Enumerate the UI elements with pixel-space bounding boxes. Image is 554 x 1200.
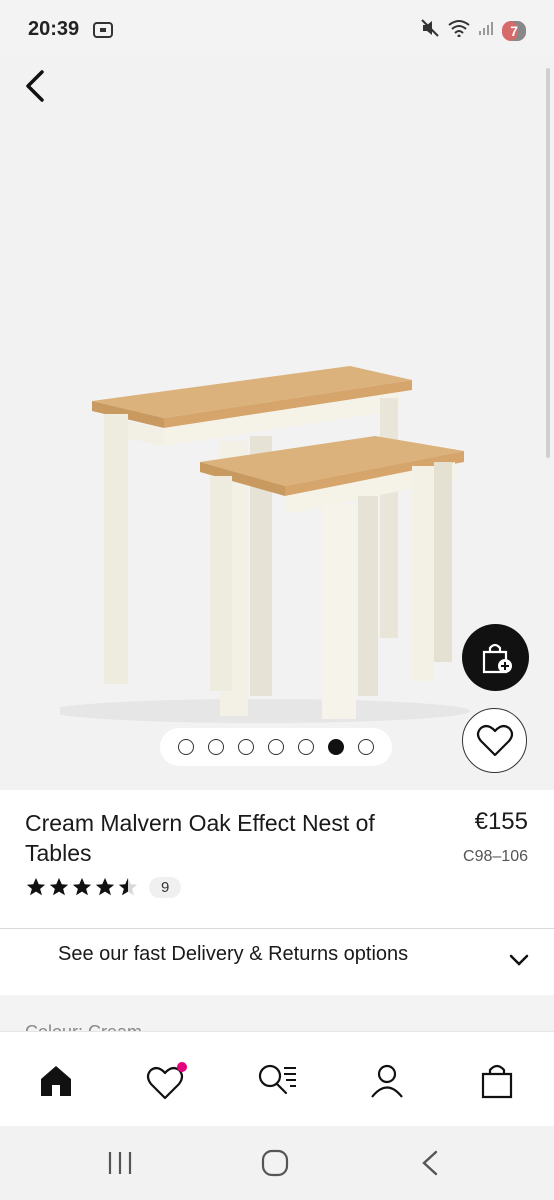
status-icons: 7 <box>420 18 526 43</box>
nav-search-button[interactable] <box>256 1062 296 1102</box>
nav-home-button[interactable] <box>37 1062 77 1102</box>
product-sku: C98–106 <box>463 848 528 865</box>
home-circle-icon[interactable] <box>260 1148 290 1178</box>
system-nav-bar <box>0 1126 554 1200</box>
product-price: €155 <box>474 808 528 835</box>
home-icon <box>41 1066 71 1096</box>
half-star-icon <box>118 877 138 896</box>
nav-favourites-button[interactable] <box>146 1062 187 1102</box>
nav-account-button[interactable] <box>368 1062 408 1102</box>
person-icon <box>371 1064 403 1098</box>
battery-badge: 7 <box>502 20 526 41</box>
heart-icon <box>146 1062 187 1100</box>
pagination-dot[interactable] <box>298 739 314 755</box>
add-to-bag-button[interactable] <box>462 624 529 691</box>
mute-icon <box>420 18 440 43</box>
product-image-gallery[interactable] <box>0 56 554 790</box>
delivery-returns-label: See our fast Delivery & Returns options <box>58 943 409 965</box>
star-icon <box>49 877 69 896</box>
product-title: Cream Malvern Oak Effect Nest of Tables <box>25 810 375 866</box>
nav-bag-button[interactable] <box>478 1062 518 1102</box>
pagination-dot[interactable] <box>268 739 284 755</box>
chevron-left-icon <box>26 70 44 102</box>
status-time: 20:39 <box>28 18 80 40</box>
status-bar: 20:39 7 <box>0 0 554 56</box>
screen-capture-icon <box>92 20 114 45</box>
recent-apps-icon[interactable] <box>106 1148 134 1178</box>
bag-plus-icon <box>482 643 512 673</box>
heart-icon <box>476 724 513 756</box>
pagination-dot[interactable] <box>178 739 194 755</box>
product-rating[interactable]: 9 <box>25 876 182 898</box>
bottom-nav <box>0 1031 554 1126</box>
chevron-down-icon <box>509 954 529 966</box>
delivery-returns-accordion[interactable]: See our fast Delivery & Returns options <box>0 929 554 995</box>
shopping-bag-icon <box>481 1064 513 1099</box>
back-button[interactable] <box>18 66 58 106</box>
image-pagination <box>160 728 392 766</box>
system-back-icon[interactable] <box>418 1148 442 1178</box>
star-icon <box>26 877 46 896</box>
signal-icon <box>478 20 494 41</box>
rating-stars <box>25 876 139 898</box>
pagination-dot[interactable] <box>238 739 254 755</box>
pagination-dot-active[interactable] <box>328 739 344 755</box>
search-list-icon <box>258 1064 296 1095</box>
product-image <box>60 366 470 723</box>
star-icon <box>95 877 115 896</box>
wifi-icon <box>448 19 470 42</box>
pagination-dot[interactable] <box>208 739 224 755</box>
review-count[interactable]: 9 <box>149 876 182 898</box>
pagination-dot[interactable] <box>358 739 374 755</box>
star-icon <box>72 877 92 896</box>
scrollbar[interactable] <box>546 68 550 458</box>
product-info: Cream Malvern Oak Effect Nest of Tables … <box>0 790 554 928</box>
wishlist-button[interactable] <box>462 708 527 773</box>
